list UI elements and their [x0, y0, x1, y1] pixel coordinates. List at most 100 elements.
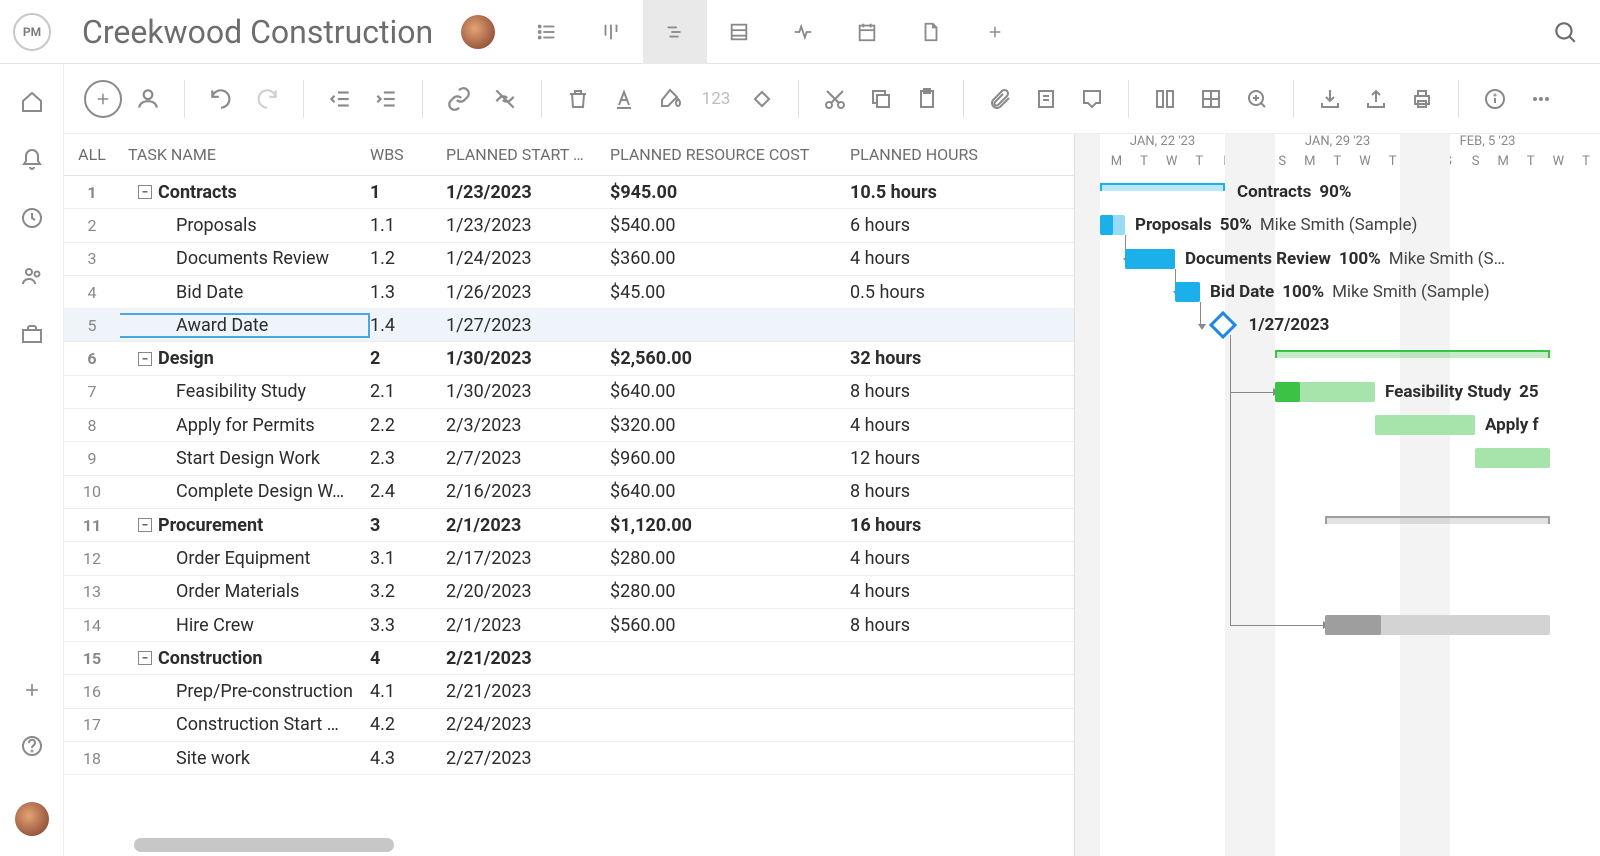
task-bar[interactable] [1475, 448, 1550, 468]
task-name-cell[interactable]: −Procurement [120, 515, 370, 536]
app-logo[interactable]: PM [0, 13, 64, 51]
task-row[interactable]: 2Proposals1.11/23/2023$540.006 hours [64, 209, 1074, 242]
summary-bar[interactable] [1275, 350, 1550, 358]
horizontal-scrollbar[interactable] [134, 838, 394, 852]
project-avatar[interactable] [461, 15, 495, 49]
view-activity-icon[interactable] [771, 0, 835, 64]
task-row[interactable]: 5Award Date1.41/27/2023 [64, 309, 1074, 342]
collapse-icon[interactable]: − [138, 518, 152, 532]
task-row[interactable]: 1−Contracts11/23/2023$945.0010.5 hours [64, 176, 1074, 209]
task-row[interactable]: 17Construction Start …4.22/24/2023 [64, 709, 1074, 742]
cut-button[interactable] [815, 79, 855, 119]
more-button[interactable] [1521, 79, 1561, 119]
task-row[interactable]: 16Prep/Pre-construction4.12/21/2023 [64, 675, 1074, 708]
collapse-icon[interactable]: − [138, 352, 152, 366]
view-sheet-icon[interactable] [707, 0, 771, 64]
zoom-button[interactable] [1237, 79, 1277, 119]
task-name-cell[interactable]: −Construction [120, 648, 370, 669]
col-header-name[interactable]: TASK NAME [120, 145, 370, 164]
view-board-icon[interactable] [579, 0, 643, 64]
day-label: T [1517, 154, 1545, 176]
task-row[interactable]: 14Hire Crew3.32/1/2023$560.008 hours [64, 609, 1074, 642]
search-icon[interactable] [1540, 7, 1590, 57]
task-name-cell[interactable]: −Design [120, 348, 370, 369]
task-name-cell[interactable]: Hire Crew [120, 615, 370, 636]
view-list-icon[interactable] [515, 0, 579, 64]
print-button[interactable] [1402, 79, 1442, 119]
col-header-hours[interactable]: PLANNED HOURS [850, 145, 1010, 164]
clock-icon[interactable] [20, 206, 44, 230]
task-name-cell[interactable]: Feasibility Study [120, 381, 370, 402]
export-button[interactable] [1356, 79, 1396, 119]
notes-button[interactable] [1026, 79, 1066, 119]
assign-button[interactable] [128, 79, 168, 119]
home-icon[interactable] [20, 90, 44, 114]
task-name-cell[interactable]: −Contracts [120, 182, 370, 203]
task-name-cell[interactable]: Documents Review [120, 248, 370, 269]
briefcase-icon[interactable] [20, 322, 44, 346]
summary-bar[interactable] [1325, 516, 1550, 524]
link-button[interactable] [439, 79, 479, 119]
view-files-icon[interactable] [899, 0, 963, 64]
col-header-all[interactable]: ALL [64, 145, 120, 164]
help-icon[interactable] [20, 734, 44, 758]
task-name-cell[interactable]: Award Date [120, 313, 370, 338]
task-name-cell[interactable]: Start Design Work [120, 448, 370, 469]
user-avatar[interactable] [15, 802, 49, 836]
task-row[interactable]: 6−Design21/30/2023$2,560.0032 hours [64, 342, 1074, 375]
view-gantt-icon[interactable] [643, 0, 707, 64]
task-row[interactable]: 15−Construction42/21/2023 [64, 642, 1074, 675]
outdent-button[interactable] [320, 79, 360, 119]
task-row[interactable]: 3Documents Review1.21/24/2023$360.004 ho… [64, 243, 1074, 276]
task-name-cell[interactable]: Complete Design W… [120, 481, 370, 502]
task-name-cell[interactable]: Order Materials [120, 581, 370, 602]
columns-button[interactable] [1145, 79, 1185, 119]
indent-button[interactable] [366, 79, 406, 119]
fill-color-button[interactable] [650, 79, 690, 119]
number-format-button[interactable]: 123 [696, 79, 736, 119]
comment-button[interactable] [1072, 79, 1112, 119]
collapse-icon[interactable]: − [138, 651, 152, 665]
task-name-cell[interactable]: Prep/Pre-construction [120, 681, 370, 702]
task-name-cell[interactable]: Apply for Permits [120, 415, 370, 436]
task-row[interactable]: 4Bid Date1.31/26/2023$45.000.5 hours [64, 276, 1074, 309]
bell-icon[interactable] [20, 148, 44, 172]
milestone-button[interactable] [742, 79, 782, 119]
task-name-cell[interactable]: Bid Date [120, 282, 370, 303]
task-name-cell[interactable]: Proposals [120, 215, 370, 236]
col-header-cost[interactable]: PLANNED RESOURCE COST [610, 145, 850, 164]
view-calendar-icon[interactable] [835, 0, 899, 64]
undo-button[interactable] [201, 79, 241, 119]
unlink-button[interactable] [485, 79, 525, 119]
delete-button[interactable] [558, 79, 598, 119]
copy-button[interactable] [861, 79, 901, 119]
attach-button[interactable] [980, 79, 1020, 119]
view-add-icon[interactable] [963, 0, 1027, 64]
task-row[interactable]: 12Order Equipment3.12/17/2023$280.004 ho… [64, 542, 1074, 575]
task-row[interactable]: 11−Procurement32/1/2023$1,120.0016 hours [64, 509, 1074, 542]
col-header-wbs[interactable]: WBS [370, 145, 446, 164]
plus-icon[interactable] [22, 680, 42, 700]
col-header-start[interactable]: PLANNED START … [446, 145, 610, 164]
paste-button[interactable] [907, 79, 947, 119]
task-bar[interactable] [1375, 415, 1475, 435]
task-name-cell[interactable]: Order Equipment [120, 548, 370, 569]
import-button[interactable] [1310, 79, 1350, 119]
task-row[interactable]: 10Complete Design W…2.42/16/2023$640.008… [64, 476, 1074, 509]
people-icon[interactable] [20, 264, 44, 288]
add-task-button[interactable] [84, 80, 122, 118]
info-button[interactable] [1475, 79, 1515, 119]
task-name-cell[interactable]: Site work [120, 748, 370, 769]
text-format-button[interactable] [604, 79, 644, 119]
task-row[interactable]: 7Feasibility Study2.11/30/2023$640.008 h… [64, 376, 1074, 409]
task-row[interactable]: 18Site work4.32/27/2023 [64, 742, 1074, 775]
collapse-icon[interactable]: − [138, 185, 152, 199]
redo-button[interactable] [247, 79, 287, 119]
gantt-chart[interactable]: JAN, 22 '23JAN, 29 '23FEB, 5 '23SMTWTFSS… [1074, 134, 1600, 856]
task-name-cell[interactable]: Construction Start … [120, 714, 370, 735]
summary-bar[interactable] [1100, 183, 1225, 191]
task-row[interactable]: 8Apply for Permits2.22/3/2023$320.004 ho… [64, 409, 1074, 442]
grid-button[interactable] [1191, 79, 1231, 119]
task-row[interactable]: 9Start Design Work2.32/7/2023$960.0012 h… [64, 442, 1074, 475]
task-row[interactable]: 13Order Materials3.22/20/2023$280.004 ho… [64, 576, 1074, 609]
